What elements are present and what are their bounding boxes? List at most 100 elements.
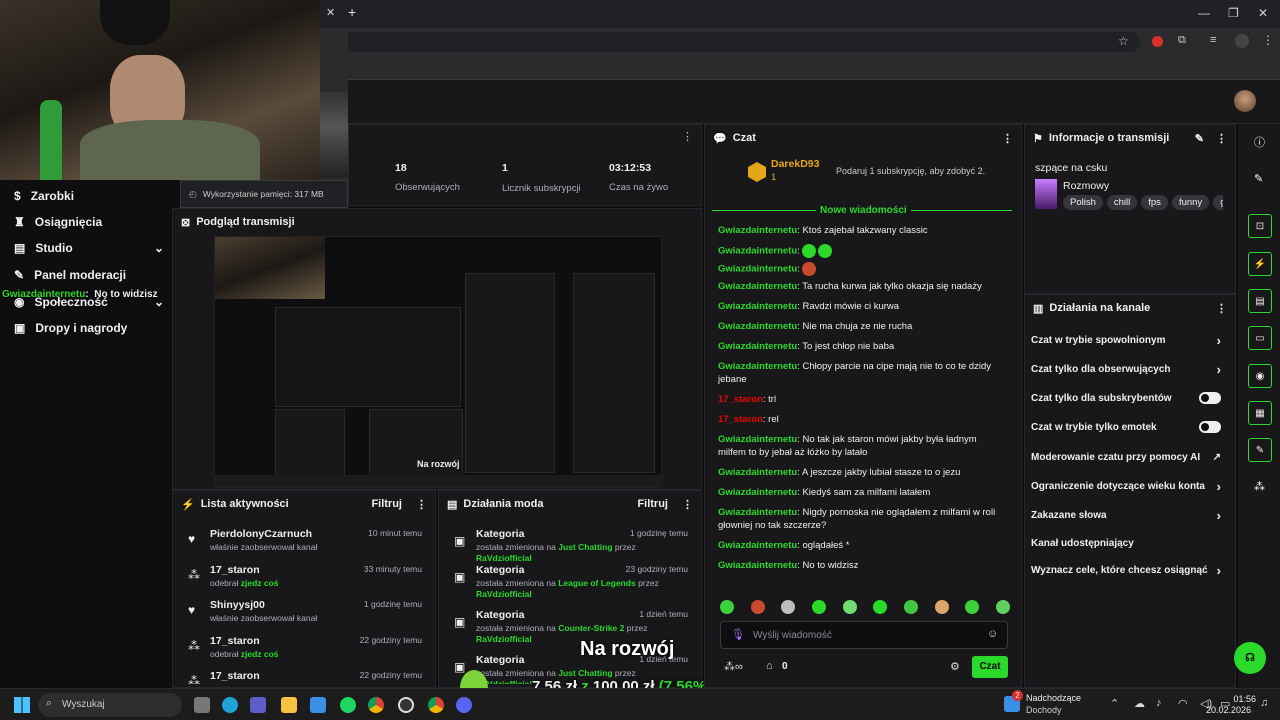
chat-username[interactable]: Gwiazdainternetu — [718, 507, 797, 518]
rail-chat-icon[interactable]: ▭ — [1248, 326, 1272, 350]
channel-action-item[interactable]: Czat tylko dla obserwujących › — [1031, 356, 1221, 382]
rail-broadcast-icon[interactable]: ◉ — [1248, 364, 1272, 388]
activity-username[interactable]: PierdolonyCzarnuch — [210, 528, 312, 540]
chat-input[interactable]: 🎙 Wyślij wiadomość ☺ — [720, 621, 1008, 649]
stream-tag[interactable]: ga — [1213, 195, 1223, 210]
emote-icon[interactable] — [965, 600, 980, 614]
rail-clip-icon[interactable]: ⊡ — [1248, 214, 1272, 238]
edge-icon[interactable] — [222, 697, 238, 713]
emote-icon[interactable] — [903, 600, 918, 614]
emote-icon[interactable] — [811, 600, 826, 614]
pencil-icon[interactable]: ✎ — [1254, 172, 1263, 185]
channel-action-item[interactable]: Czat w trybie spowolnionym › — [1031, 327, 1221, 353]
emote-icon[interactable] — [720, 600, 734, 614]
windows-start-icon[interactable] — [14, 697, 30, 713]
activity-username[interactable]: Shinyysj00 — [210, 599, 265, 611]
kebab-icon[interactable]: ⋮ — [1002, 132, 1013, 145]
channel-points-icon[interactable]: ⁂∞ — [724, 660, 743, 673]
emote-picker-icon[interactable]: ☺ — [987, 628, 998, 640]
emote-icon[interactable] — [934, 600, 949, 614]
close-tab-icon[interactable]: ✕ — [326, 6, 335, 19]
rail-bolt-icon[interactable]: ⚡ — [1248, 252, 1272, 276]
chat-username[interactable]: 17_staron — [718, 414, 763, 425]
chevron-right-icon[interactable]: › — [1217, 479, 1221, 494]
chat-username[interactable]: Gwiazdainternetu — [718, 281, 797, 292]
rail-doc-icon[interactable]: ▤ — [1248, 289, 1272, 313]
stream-tag[interactable]: Polish — [1063, 195, 1103, 210]
nav-drops[interactable]: ▣ Dropy i nagrody — [14, 318, 127, 338]
nav-studio[interactable]: ▤ Studio ⌄ — [14, 238, 164, 258]
store-icon[interactable] — [310, 697, 326, 713]
chat-username[interactable]: Gwiazdainternetu — [718, 225, 797, 236]
rewards-icon[interactable]: ⌂ — [766, 660, 773, 672]
external-link-icon[interactable]: ↗ — [1213, 452, 1221, 463]
kebab-icon[interactable]: ⋮ — [682, 498, 693, 511]
stream-tag[interactable]: chill — [1106, 195, 1138, 210]
profile-icon[interactable] — [1235, 34, 1249, 48]
activity-username[interactable]: 17_staron — [210, 635, 260, 647]
chat-username[interactable]: Gwiazdainternetu — [718, 540, 797, 551]
chevron-right-icon[interactable]: › — [1217, 508, 1221, 523]
chat-username[interactable]: Gwiazdainternetu — [718, 560, 797, 571]
emote-icon[interactable] — [873, 600, 888, 614]
tray-cloud-icon[interactable]: ☁ — [1134, 697, 1145, 710]
rail-wrench-icon[interactable]: ✎ — [1248, 438, 1272, 462]
emote-icon[interactable] — [750, 600, 765, 614]
channel-action-item[interactable]: Wyznacz cele, które chcesz osiągnąć › — [1031, 557, 1221, 583]
chrome-active-icon[interactable] — [428, 697, 444, 713]
stream-category[interactable]: Rozmowy — [1063, 180, 1109, 192]
chat-username[interactable]: Gwiazdainternetu — [718, 361, 797, 372]
kebab-icon[interactable]: ⋮ — [416, 498, 427, 511]
chevron-right-icon[interactable]: › — [1217, 362, 1221, 377]
window-close-icon[interactable]: ✕ — [1258, 6, 1268, 20]
emote-icon[interactable] — [842, 600, 857, 614]
chat-username[interactable]: Gwiazdainternetu — [718, 246, 797, 257]
discord-icon[interactable] — [456, 697, 472, 713]
nav-mod-panel[interactable]: ✎ Panel moderacji — [14, 265, 126, 285]
activity-row[interactable]: ♥ Shinyysj00 1 godzinę temu właśnie zaobser… — [178, 599, 432, 635]
chat-username[interactable]: Gwiazdainternetu — [718, 321, 797, 332]
nav-earnings[interactable]: $ Zarobki — [14, 186, 74, 206]
file-explorer-icon[interactable] — [281, 697, 297, 713]
channel-action-item[interactable]: Czat w trybie tylko emotek — [1031, 414, 1221, 440]
preview-video[interactable]: Na rozwój — [214, 236, 663, 488]
activity-username[interactable]: 17_staron — [210, 670, 260, 682]
channel-action-item[interactable]: Ograniczenie dotyczące wieku konta › — [1031, 473, 1221, 499]
stream-tag[interactable]: fps — [1141, 195, 1168, 210]
obs-icon[interactable] — [398, 697, 414, 713]
toggle-switch[interactable] — [1199, 421, 1221, 433]
chat-username[interactable]: Gwiazdainternetu — [718, 434, 797, 445]
url-field[interactable] — [340, 32, 1140, 52]
emote-icon[interactable] — [995, 600, 1010, 614]
emote-icon[interactable] — [781, 600, 796, 614]
edit-icon[interactable]: ✎ — [1195, 132, 1204, 145]
tray-chevron-icon[interactable]: ⌃ — [1110, 697, 1119, 710]
notification-bell-icon[interactable]: ♫ — [1260, 697, 1268, 709]
rail-points-icon[interactable]: ⁂ — [1254, 480, 1265, 493]
activity-row[interactable]: ⁂ 17_staron 33 minuty temu odebrał zjedz co… — [178, 564, 432, 600]
tray-mic-icon[interactable]: ♪ — [1156, 697, 1162, 709]
media-icon[interactable]: ≡ — [1210, 34, 1216, 46]
activity-row[interactable]: ⁂ 17_staron 22 godziny temu odebrał zjedz c… — [178, 635, 432, 671]
chat-username[interactable]: Gwiazdainternetu — [718, 341, 797, 352]
chat-settings-icon[interactable]: ⚙ — [950, 660, 960, 673]
gift-sub-prompt[interactable]: Podaruj 1 subskrypcję, aby zdobyć 2. — [836, 166, 985, 176]
chat-send-button[interactable]: Czat — [972, 656, 1008, 678]
kebab-icon[interactable]: ⋮ — [1216, 132, 1227, 145]
tray-wifi-icon[interactable]: ◠ — [1178, 697, 1188, 710]
help-button[interactable]: ☊ — [1234, 642, 1266, 674]
bookmark-star-icon[interactable]: ☆ — [1118, 34, 1129, 48]
menu-kebab-icon[interactable]: ⋮ — [1262, 33, 1274, 47]
rail-video-icon[interactable]: ▦ — [1248, 401, 1272, 425]
nav-achievements[interactable]: ♜ Osiągnięcia — [14, 212, 102, 232]
chevron-right-icon[interactable]: › — [1217, 563, 1221, 578]
toggle-switch[interactable] — [1199, 392, 1221, 404]
stream-tag[interactable]: funny — [1171, 195, 1210, 210]
chat-username[interactable]: Gwiazdainternetu — [718, 467, 797, 478]
kebab-icon[interactable]: ⋮ — [1216, 302, 1227, 315]
spotify-icon[interactable] — [340, 697, 356, 713]
taskbar-search[interactable]: ⌕ Wyszukaj — [38, 693, 182, 717]
chat-username[interactable]: Gwiazdainternetu — [718, 487, 797, 498]
chat-username[interactable]: Gwiazdainternetu — [718, 264, 797, 275]
mod-action-row[interactable]: ▣ Kategoria 23 godziny temu została zmienio… — [444, 564, 698, 608]
